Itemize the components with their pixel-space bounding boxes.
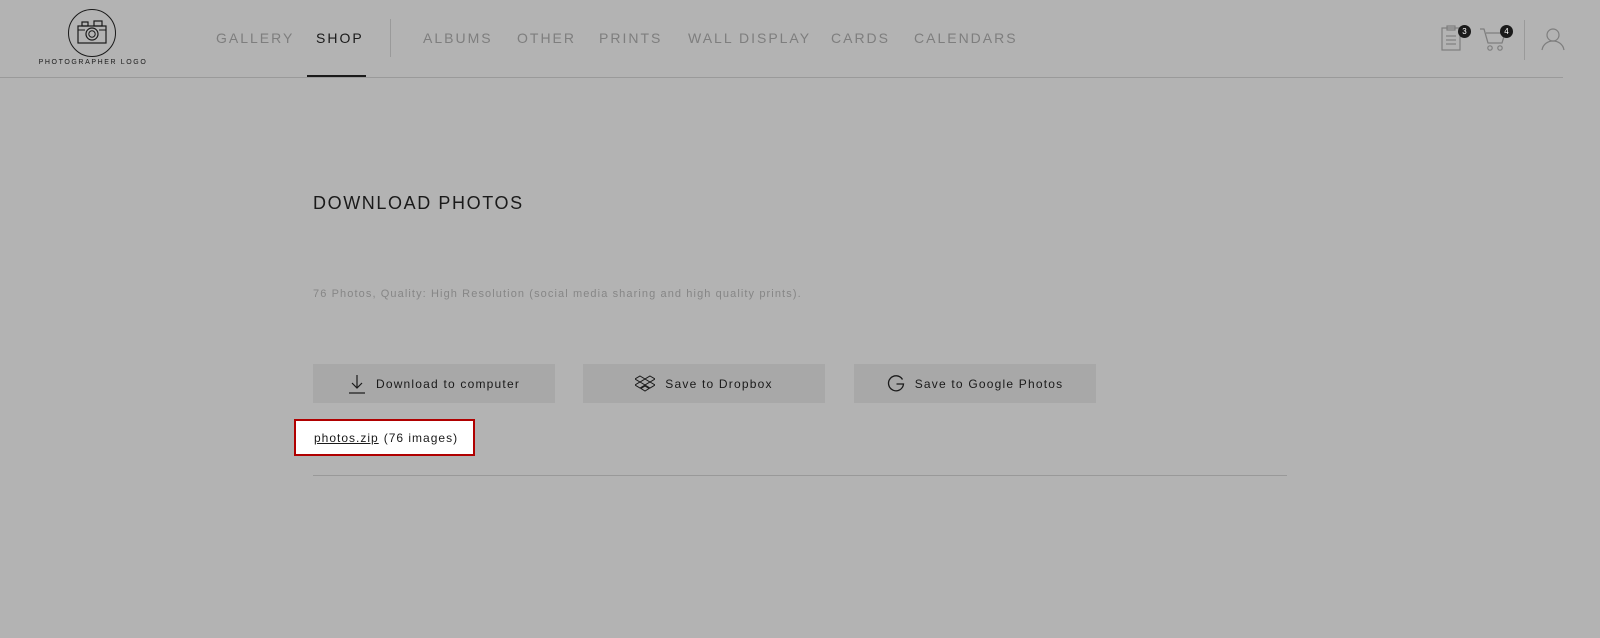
save-to-dropbox-label: Save to Dropbox bbox=[665, 376, 773, 391]
zip-image-count: (76 images) bbox=[383, 430, 459, 445]
nav-other[interactable]: OTHER bbox=[517, 30, 576, 46]
orders-button[interactable]: 3 bbox=[1440, 24, 1471, 54]
logo-text: PHOTOGRAPHER LOGO bbox=[38, 59, 148, 66]
photo-quality-info: 76 Photos, Quality: High Resolution (soc… bbox=[313, 288, 802, 300]
nav-divider bbox=[390, 19, 391, 57]
content-divider bbox=[313, 475, 1287, 476]
google-icon bbox=[887, 374, 905, 393]
camera-icon bbox=[77, 20, 107, 44]
account-button[interactable] bbox=[1541, 27, 1567, 53]
page-title: DOWNLOAD PHOTOS bbox=[313, 193, 524, 213]
cart-button[interactable]: 4 bbox=[1479, 25, 1515, 54]
nav-calendars[interactable]: CALENDARS bbox=[914, 30, 1018, 46]
site-header: PHOTOGRAPHER LOGO GALLERY SHOP ALBUMS OT… bbox=[0, 0, 1600, 78]
zip-file-link[interactable]: photos.zip bbox=[314, 431, 379, 445]
download-icon bbox=[348, 374, 366, 394]
nav-prints[interactable]: PRINTS bbox=[599, 30, 662, 46]
nav-shop[interactable]: SHOP bbox=[316, 30, 364, 46]
save-to-google-photos-button[interactable]: Save to Google Photos bbox=[854, 364, 1096, 403]
nav-gallery[interactable]: GALLERY bbox=[216, 30, 294, 46]
download-to-computer-label: Download to computer bbox=[375, 376, 521, 391]
nav-cards[interactable]: CARDS bbox=[831, 30, 890, 46]
logo-circle bbox=[68, 9, 116, 57]
header-actions-divider bbox=[1524, 20, 1525, 60]
save-to-google-photos-label: Save to Google Photos bbox=[914, 376, 1064, 391]
dropbox-icon bbox=[635, 374, 656, 393]
save-to-dropbox-button[interactable]: Save to Dropbox bbox=[583, 364, 825, 403]
cart-count-badge: 4 bbox=[1500, 25, 1513, 38]
user-icon bbox=[1541, 28, 1565, 51]
header-divider bbox=[0, 77, 1563, 78]
nav-albums[interactable]: ALBUMS bbox=[423, 30, 493, 46]
photographer-logo[interactable]: PHOTOGRAPHER LOGO bbox=[38, 9, 148, 71]
orders-count-badge: 3 bbox=[1458, 25, 1471, 38]
download-to-computer-button[interactable]: Download to computer bbox=[313, 364, 555, 403]
nav-wall-display[interactable]: WALL DISPLAY bbox=[688, 30, 811, 46]
file-download-item: photos.zip (76 images) bbox=[294, 419, 475, 456]
